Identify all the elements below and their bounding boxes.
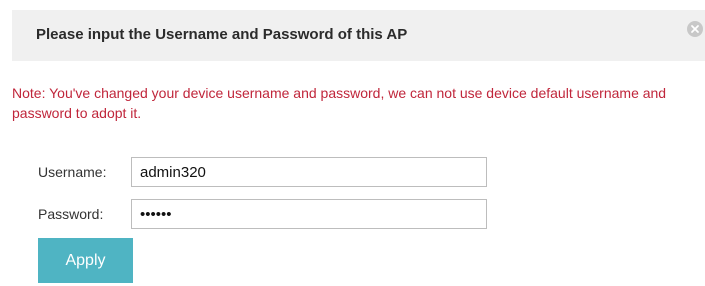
apply-button[interactable]: Apply [38,238,133,283]
password-label: Password: [38,206,104,222]
close-icon[interactable] [687,21,703,37]
dialog-title: Please input the Username and Password o… [36,26,408,43]
adopt-ap-dialog: Please input the Username and Password o… [0,0,705,286]
dialog-header: Please input the Username and Password o… [12,10,705,61]
username-input[interactable] [131,157,487,187]
warning-note: Note: You've changed your device usernam… [12,85,667,121]
password-input[interactable] [131,199,487,229]
username-label: Username: [38,164,107,180]
